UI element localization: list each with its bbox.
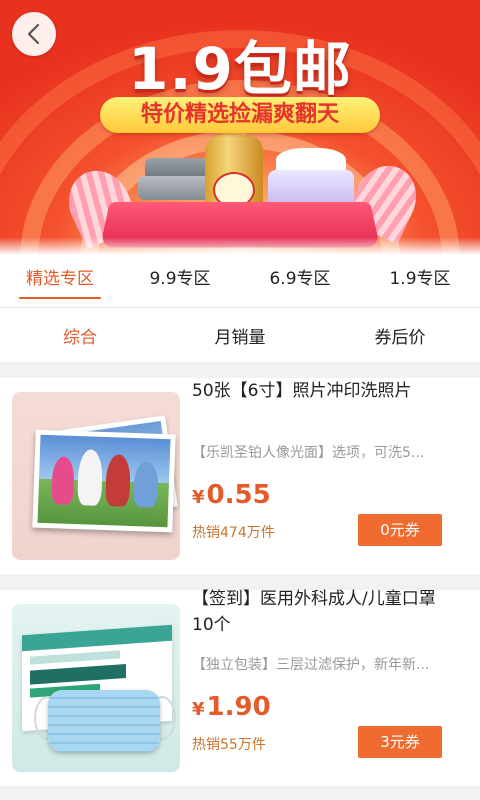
price-value: 0.55 [206,480,271,510]
product-title[interactable]: 50张【6寸】照片冲印洗照片 [192,378,442,404]
currency-symbol: ¥ [192,699,205,720]
tab-featured-zone[interactable]: 精选专区 [0,255,120,307]
product-image-photos[interactable] [12,392,180,560]
photo-print-front [32,429,176,533]
banner-subtitle: 特价精选捡漏爽翻天 [100,97,380,133]
product-card[interactable]: 50张【6寸】照片冲印洗照片 【乐凯圣铂人像光面】选项，可洗5... ¥0.55… [0,378,480,574]
banner-title: 1.9包邮 [128,35,352,103]
sort-bar: 综合 月销量 券后价 [0,308,480,362]
tab-9-9-zone[interactable]: 9.9专区 [120,255,240,307]
sort-monthly-sales[interactable]: 月销量 [160,323,320,348]
product-card[interactable]: 【签到】医用外科成人/儿童口罩10个 【独立包装】三层过滤保护，新年新... ¥… [0,589,480,786]
sales-count: 热销55万件 [192,737,266,753]
currency-symbol: ¥ [192,487,205,508]
product-title[interactable]: 【签到】医用外科成人/儿童口罩10个 [192,586,442,638]
promo-banner: 1.9包邮 特价精选捡漏爽翻天 [0,0,480,255]
zone-tab-bar: 精选专区 9.9专区 6.9专区 1.9专区 [0,255,480,307]
sort-comprehensive[interactable]: 综合 [0,323,160,348]
product-image-masks[interactable] [12,604,180,772]
surgical-mask [48,690,160,752]
banner-fade [0,237,480,255]
tab-1-9-zone[interactable]: 1.9专区 [360,255,480,307]
sort-price-after-coupon[interactable]: 券后价 [320,323,480,348]
product-price: ¥0.55 [192,480,271,510]
back-button[interactable] [12,12,56,56]
section-gap [0,362,480,378]
person-figure [77,449,104,506]
person-figure [133,461,159,508]
coupon-button[interactable]: 0元券 [358,514,442,546]
product-info: 【签到】医用外科成人/儿童口罩10个 【独立包装】三层过滤保护，新年新... ¥… [192,589,442,786]
product-description: 【独立包装】三层过滤保护，新年新... [192,657,430,673]
product-description: 【乐凯圣铂人像光面】选项，可洗5... [192,445,425,461]
chevron-left-icon [27,23,40,45]
product-price: ¥1.90 [192,692,271,722]
coupon-button[interactable]: 3元券 [358,726,442,758]
price-value: 1.90 [206,692,271,722]
product-info: 50张【6寸】照片冲印洗照片 【乐凯圣铂人像光面】选项，可洗5... ¥0.55… [192,378,442,574]
person-figure [105,454,131,507]
person-figure [51,456,75,505]
sales-count: 热销474万件 [192,525,275,541]
tab-6-9-zone[interactable]: 6.9专区 [240,255,360,307]
